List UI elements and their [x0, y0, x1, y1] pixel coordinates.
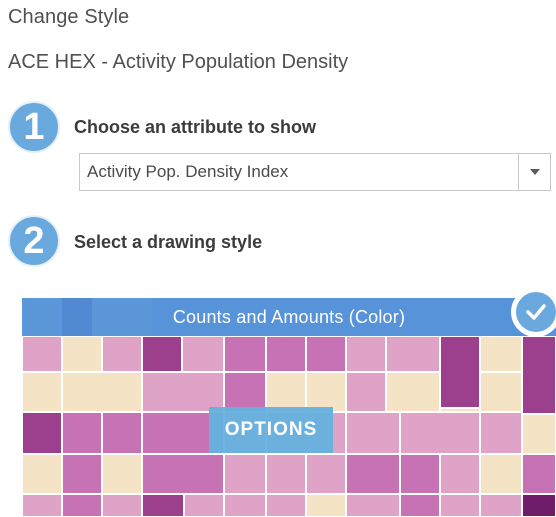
panel-title: Change Style — [8, 6, 130, 28]
step-2-label: Select a drawing style — [74, 232, 263, 252]
options-button[interactable]: OPTIONS — [209, 407, 333, 453]
checkmark-icon — [516, 292, 556, 332]
attribute-select[interactable]: Activity Pop. Density Index — [79, 153, 551, 191]
step-1-badge: 1 — [8, 101, 60, 153]
layer-name: ACE HEX - Activity Population Density — [8, 51, 349, 73]
attribute-select-value: Activity Pop. Density Index — [87, 162, 289, 181]
step-2-badge: 2 — [8, 215, 60, 267]
drawing-style-name: Counts and Amounts (Color) — [22, 298, 556, 336]
selected-check-badge — [511, 287, 556, 337]
step-2-number: 2 — [23, 220, 45, 262]
step-1-number: 1 — [23, 106, 45, 148]
dropdown-arrow-button[interactable] — [518, 154, 550, 190]
chevron-down-icon — [529, 169, 540, 175]
step-1-label: Choose an attribute to show — [74, 117, 317, 137]
drawing-style-card[interactable]: Counts and Amounts (Color) OPTIONS — [22, 298, 556, 517]
